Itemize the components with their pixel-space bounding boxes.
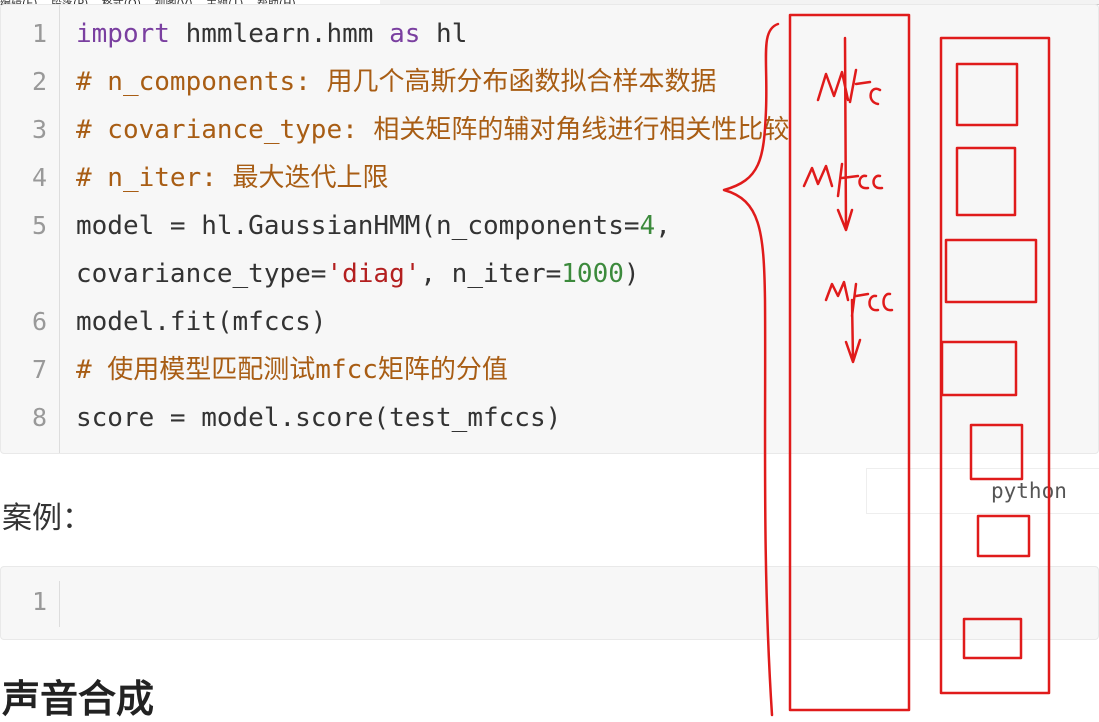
string-literal: 'diag' — [326, 259, 421, 289]
code-line-1[interactable]: import hmmlearn.hmm as hl — [76, 19, 467, 49]
code-text: covariance_type= — [76, 259, 327, 289]
line-number: 5 — [31, 211, 47, 240]
code-line-2[interactable]: # n_components: 用几个高斯分布函数拟合样本数据 — [76, 67, 716, 97]
line-number: 6 — [31, 307, 47, 336]
case-label: 案例： — [2, 501, 92, 536]
gutter-divider — [59, 5, 60, 453]
number-literal: 1000 — [561, 259, 624, 289]
line-number: 8 — [31, 403, 47, 432]
gutter-divider — [59, 581, 60, 627]
code-text: model = hl.GaussianHMM(n_components= — [76, 211, 640, 241]
code-text: ) — [623, 259, 640, 289]
code-line-5[interactable]: model = hl.GaussianHMM(n_components=4, — [76, 211, 671, 241]
code-block[interactable]: 1 2 3 4 5 6 7 8 import hmmlearn.hmm as h… — [0, 4, 1099, 454]
line-number: 7 — [31, 355, 47, 384]
line-number: 3 — [31, 115, 47, 144]
code-line-3[interactable]: # covariance_type: 相关矩阵的辅对角线进行相关性比较 — [76, 115, 789, 145]
empty-code-block[interactable]: 1 — [0, 566, 1099, 640]
line-number: 1 — [31, 587, 47, 616]
line-number-gutter: 1 2 3 4 5 6 7 8 — [1, 5, 57, 453]
code-line-7[interactable]: # 使用模型匹配测试mfcc矩阵的分值 — [76, 355, 508, 385]
code-language-selector[interactable]: python — [866, 468, 1099, 514]
line-number: 4 — [31, 163, 47, 192]
code-line-5-wrapped[interactable]: covariance_type='diag', n_iter=1000) — [76, 259, 640, 289]
code-text: hl — [420, 19, 468, 49]
keyword: import — [76, 19, 170, 49]
keyword: as — [389, 19, 421, 49]
code-text: , — [655, 211, 671, 241]
line-number: 1 — [31, 19, 47, 48]
section-heading: 声音合成 — [2, 677, 155, 721]
code-text: hmmlearn.hmm — [169, 19, 390, 49]
code-text: , n_iter= — [420, 259, 562, 289]
code-line-6[interactable]: model.fit(mfccs) — [76, 307, 326, 337]
outline-rect-8 — [976, 514, 1031, 558]
number-literal: 4 — [639, 211, 656, 241]
code-line-8[interactable]: score = model.score(test_mfccs) — [76, 403, 561, 433]
line-number: 2 — [31, 67, 47, 96]
code-line-4[interactable]: # n_iter: 最大迭代上限 — [76, 163, 389, 193]
